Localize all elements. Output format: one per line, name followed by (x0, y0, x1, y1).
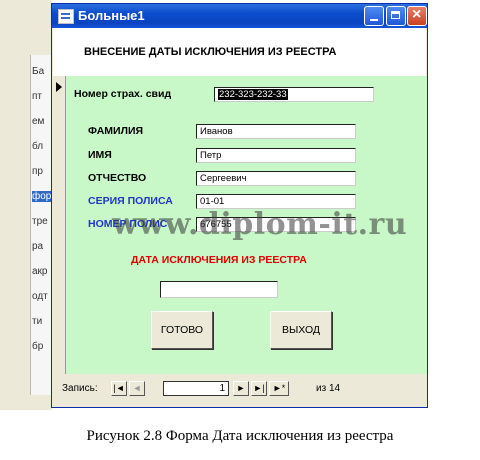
title-bar[interactable]: Больные1 × (52, 4, 427, 28)
current-record-arrow-icon (56, 82, 62, 92)
current-record-field[interactable]: 1 (163, 381, 229, 396)
exit-button[interactable]: ВЫХОД (270, 311, 332, 349)
form-heading: ВНЕСЕНИЕ ДАТЫ ИСКЛЮЧЕНИЯ ИЗ РЕЕСТРА (84, 46, 337, 58)
exclusion-date-label: ДАТА ИСКЛЮЧЕНИЯ ИЗ РЕЕСТРА (131, 254, 307, 266)
form-app-icon (58, 9, 74, 24)
background-list-item: Ба (32, 66, 45, 77)
background-list-item: пт (32, 91, 42, 102)
patronymic-field[interactable]: Сергеевич (196, 171, 356, 186)
background-list-item: акр (32, 266, 48, 277)
last-record-button[interactable]: ►| (251, 381, 267, 396)
record-count-label: из 14 (316, 383, 341, 394)
record-navigation-bar: Запись: |◄ ◄ 1 ► ►| ►* из 14 (53, 374, 426, 406)
patronymic-label: ОТЧЕСТВО (88, 172, 147, 184)
surname-label: ФАМИЛИЯ (88, 125, 144, 137)
insurance-number-value: 232-323-232-33 (218, 89, 288, 100)
done-button[interactable]: ГОТОВО (151, 311, 213, 349)
exclusion-date-field[interactable] (160, 281, 278, 298)
maximize-button[interactable] (386, 6, 406, 26)
form-header: ВНЕСЕНИЕ ДАТЫ ИСКЛЮЧЕНИЯ ИЗ РЕЕСТРА (53, 28, 426, 76)
background-list-item: ем (32, 116, 45, 127)
first-record-button[interactable]: |◄ (111, 381, 127, 396)
background-list-item: бл (32, 141, 44, 152)
previous-record-button[interactable]: ◄ (129, 381, 145, 396)
background-list-item: пр (32, 166, 43, 177)
name-label: ИМЯ (88, 149, 112, 161)
record-label: Запись: (62, 383, 98, 394)
insurance-number-label: Номер страх. свид (74, 88, 172, 100)
background-list-item: одт (32, 291, 48, 302)
background-list-item: ти (32, 316, 43, 327)
background-list-item: бр (32, 341, 44, 352)
background-list-item: фор (32, 191, 52, 202)
window-title: Больные1 (78, 8, 145, 23)
background-app-window (0, 0, 53, 410)
watermark-text: www.diplom-it.ru (112, 207, 408, 242)
policy-series-label: СЕРИЯ ПОЛИСА (88, 195, 173, 207)
record-selector[interactable] (53, 76, 66, 374)
new-record-button[interactable]: ►* (269, 381, 289, 396)
form-window: Больные1 × ВНЕСЕНИЕ ДАТЫ ИСКЛЮЧЕНИЯ ИЗ Р… (51, 3, 428, 408)
background-list-item: ра (32, 241, 44, 252)
minimize-button[interactable] (364, 6, 384, 26)
close-icon: × (412, 6, 422, 23)
name-field[interactable]: Петр (196, 148, 356, 163)
background-list-item: тре (32, 216, 48, 227)
insurance-number-field[interactable]: 232-323-232-33 (214, 87, 374, 102)
close-button[interactable]: × (407, 6, 427, 26)
next-record-button[interactable]: ► (233, 381, 249, 396)
surname-field[interactable]: Иванов (196, 124, 356, 139)
figure-caption: Рисунок 2.8 Форма Дата исключения из рее… (86, 428, 394, 444)
